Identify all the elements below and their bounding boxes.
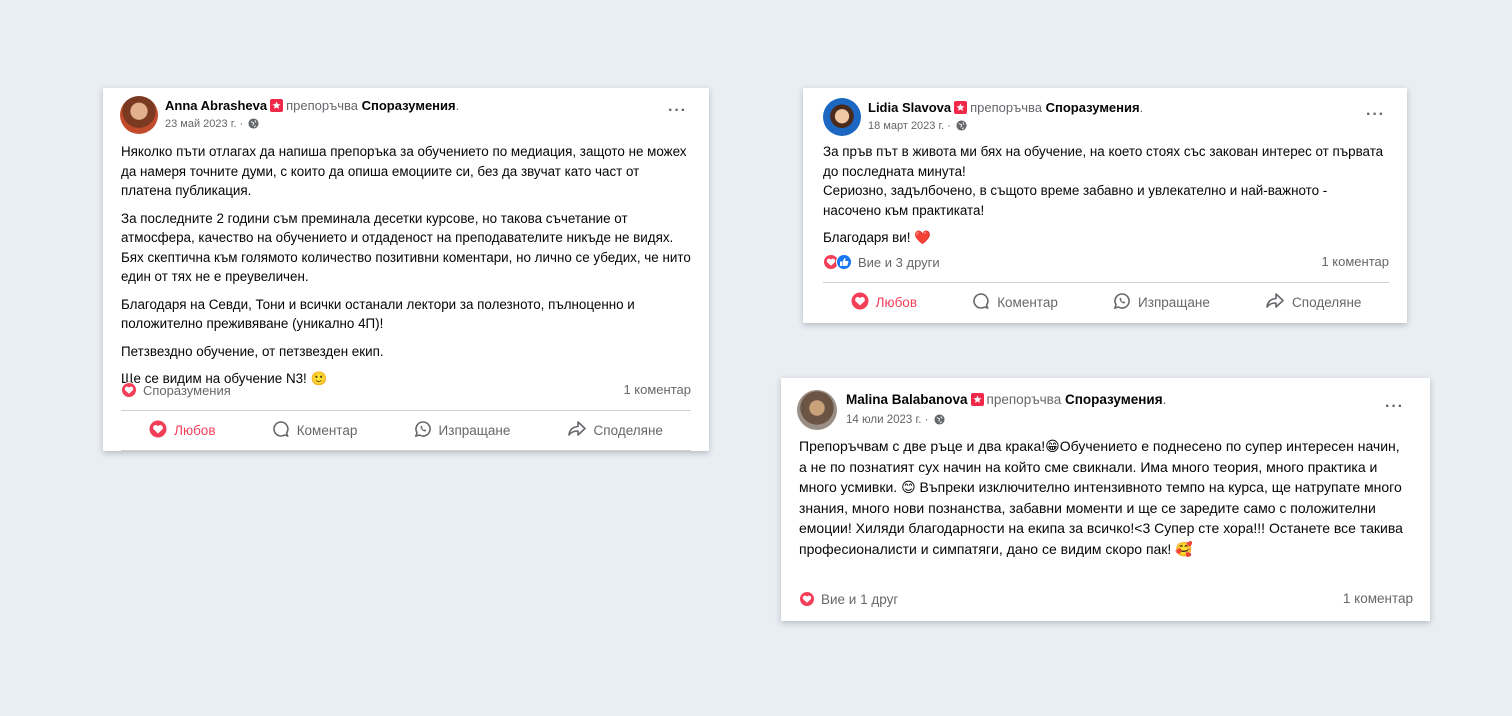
more-options-icon[interactable]: ··· (1366, 107, 1385, 123)
send-button[interactable]: Изпращане (1113, 292, 1210, 313)
avatar[interactable] (797, 390, 837, 430)
recommend-icon (270, 99, 284, 112)
author-name[interactable]: Lidia Slavova (868, 100, 951, 115)
globe-icon (934, 414, 945, 428)
post-body: За пръв път в живота ми бях на обучение,… (803, 138, 1407, 248)
reactions-summary[interactable]: Споразумения (143, 383, 231, 398)
review-card-malina: Malina Balabanova препоръчва Споразумения… (781, 378, 1430, 621)
post-date[interactable]: 23 май 2023 г. (165, 118, 236, 130)
whatsapp-icon (1113, 292, 1131, 313)
comment-button[interactable]: Коментар (272, 420, 357, 441)
page-name[interactable]: Споразумения (1046, 100, 1140, 115)
share-icon (1265, 292, 1285, 313)
recommends-text: препоръчва (986, 392, 1062, 407)
action-bar: Любов Коментар Изпращане Споделяне (823, 282, 1389, 321)
post-stats: Вие и 3 други 1 коментар (823, 248, 1389, 276)
post-paragraph: Няколко пъти отлагах да напиша препоръка… (121, 144, 687, 198)
review-card-lidia: Lidia Slavova препоръчва Споразумения. 18… (803, 88, 1407, 323)
comment-count[interactable]: 1 коментар (1321, 254, 1389, 269)
more-options-icon[interactable]: ··· (668, 103, 687, 119)
share-button[interactable]: Споделяне (1265, 292, 1361, 313)
post-paragraph: Благодаря на Севди, Тони и всички остана… (121, 296, 635, 332)
avatar[interactable] (120, 96, 158, 134)
reactions-summary[interactable]: Вие и 3 други (858, 255, 940, 270)
heart-icon (851, 292, 869, 313)
post-paragraph: Благодаря ви! ❤️ (823, 230, 931, 245)
review-card-anna: Anna Abrasheva препоръчва Споразумения. 2… (103, 88, 709, 451)
post-stats: Вие и 1 друг 1 коментар (799, 585, 1413, 613)
author-name[interactable]: Malina Balabanova (846, 392, 968, 407)
comment-button[interactable]: Коментар (972, 292, 1058, 313)
post-header: Anna Abrasheva препоръчва Споразумения. 2… (103, 88, 709, 138)
globe-icon (248, 118, 259, 132)
comment-count[interactable]: 1 коментар (623, 382, 691, 397)
author-line: Malina Balabanova препоръчва Споразумения… (846, 392, 1167, 407)
post-paragraph: Препоръчвам с две ръце и два крака!😁Обуч… (799, 438, 1403, 557)
love-button[interactable]: Любов (851, 292, 917, 313)
post-body: Препоръчвам с две ръце и два крака!😁Обуч… (781, 434, 1430, 559)
heart-icon (149, 420, 167, 441)
reactions-summary[interactable]: Вие и 1 друг (821, 592, 898, 607)
comment-icon (272, 420, 290, 441)
heart-reaction-icon[interactable] (799, 591, 815, 607)
post-paragraph: За пръв път в живота ми бях на обучение,… (823, 144, 1384, 218)
author-name[interactable]: Anna Abrasheva (165, 98, 267, 113)
post-date[interactable]: 18 март 2023 г. (868, 120, 944, 132)
comment-icon (972, 292, 990, 313)
love-button[interactable]: Любов (149, 420, 216, 441)
recommends-text: препоръчва (286, 98, 358, 113)
page-name[interactable]: Споразумения (1065, 392, 1163, 407)
post-body: Няколко пъти отлагах да напиша препоръка… (103, 138, 709, 389)
action-bar: Любов Коментар Изпращане Споделяне (121, 410, 691, 449)
post-paragraph: За последните 2 години съм преминала дес… (121, 210, 691, 285)
post-meta: 14 юли 2023 г. · (846, 414, 945, 428)
comment-count[interactable]: 1 коментар (1343, 591, 1413, 606)
globe-icon (956, 120, 967, 134)
post-meta: 18 март 2023 г. · (868, 120, 967, 134)
page-name[interactable]: Споразумения (362, 98, 456, 113)
recommends-text: препоръчва (970, 100, 1042, 115)
share-button[interactable]: Споделяне (567, 420, 663, 441)
post-paragraph: Петзвездно обучение, от петзвезден екип. (121, 343, 384, 359)
recommend-icon (954, 101, 968, 114)
recommend-icon (970, 393, 984, 406)
divider (121, 450, 691, 451)
author-line: Anna Abrasheva препоръчва Споразумения. (165, 98, 460, 113)
send-button[interactable]: Изпращане (414, 420, 510, 441)
more-options-icon[interactable]: ··· (1385, 399, 1404, 415)
share-icon (567, 420, 587, 441)
like-reaction-icon[interactable] (836, 254, 852, 270)
post-meta: 23 май 2023 г. · (165, 118, 259, 132)
post-header: Malina Balabanova препоръчва Споразумения… (781, 378, 1430, 434)
avatar[interactable] (823, 98, 861, 136)
author-line: Lidia Slavova препоръчва Споразумения. (868, 100, 1144, 115)
post-date[interactable]: 14 юли 2023 г. (846, 414, 921, 426)
post-header: Lidia Slavova препоръчва Споразумения. 18… (803, 88, 1407, 138)
post-stats: Споразумения 1 коментар (121, 376, 691, 404)
whatsapp-icon (414, 420, 432, 441)
heart-reaction-icon[interactable] (121, 382, 137, 398)
